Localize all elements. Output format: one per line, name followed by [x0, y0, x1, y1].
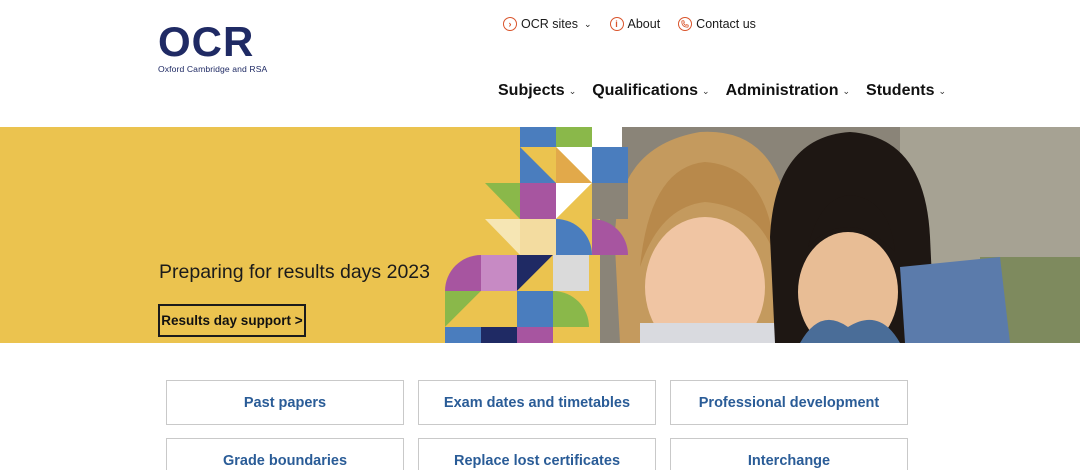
- nav-subjects[interactable]: Subjects ⌄: [498, 82, 576, 100]
- ocr-logo[interactable]: OCR Oxford Cambridge and RSA: [158, 18, 278, 78]
- nav-administration-label: Administration: [725, 82, 839, 99]
- site-header: OCR Oxford Cambridge and RSA › OCR sites…: [0, 0, 1080, 127]
- chevron-down-icon: ⌄: [938, 85, 947, 96]
- quick-link-past-papers[interactable]: Past papers: [166, 380, 404, 425]
- quick-link-replace-certificates[interactable]: Replace lost certificates: [418, 438, 656, 470]
- logo-tagline: Oxford Cambridge and RSA: [158, 64, 268, 74]
- logo-mark: OCR: [158, 18, 255, 65]
- nav-students[interactable]: Students ⌄: [866, 82, 946, 100]
- ocr-sites-link[interactable]: › OCR sites ⌄: [503, 17, 592, 31]
- results-day-support-button[interactable]: Results day support >: [158, 304, 306, 337]
- about-link[interactable]: i About: [609, 17, 661, 31]
- phone-circle-icon: [678, 17, 693, 31]
- nav-qualifications[interactable]: Qualifications ⌄: [592, 82, 709, 100]
- hero-banner: Preparing for results days 2023 Results …: [0, 127, 1080, 343]
- quick-link-interchange[interactable]: Interchange: [670, 438, 908, 470]
- quick-link-grade-boundaries[interactable]: Grade boundaries: [166, 438, 404, 470]
- hero-title: Preparing for results days 2023: [159, 261, 430, 283]
- contact-us-link[interactable]: Contact us: [678, 17, 756, 31]
- about-label: About: [627, 17, 661, 31]
- nav-subjects-label: Subjects: [498, 82, 565, 99]
- quick-link-professional-development[interactable]: Professional development: [670, 380, 908, 425]
- utility-nav: › OCR sites ⌄ i About Contact us: [503, 17, 756, 31]
- ocr-sites-label: OCR sites: [521, 17, 578, 31]
- contact-us-label: Contact us: [696, 17, 756, 31]
- chevron-down-icon: ⌄: [702, 85, 710, 96]
- nav-students-label: Students: [866, 82, 935, 99]
- nav-administration[interactable]: Administration ⌄: [726, 82, 850, 100]
- quick-link-exam-dates[interactable]: Exam dates and timetables: [418, 380, 656, 425]
- info-circle-icon: i: [609, 17, 624, 31]
- nav-qualifications-label: Qualifications: [592, 82, 699, 99]
- chevron-down-icon: ⌄: [842, 85, 851, 96]
- chevron-right-circle-icon: ›: [503, 17, 517, 31]
- phone-glyph: [681, 20, 689, 28]
- chevron-down-icon: ⌄: [568, 85, 577, 96]
- chevron-down-icon: ⌄: [583, 18, 592, 29]
- main-nav: Subjects ⌄ Qualifications ⌄ Administrati…: [498, 82, 946, 100]
